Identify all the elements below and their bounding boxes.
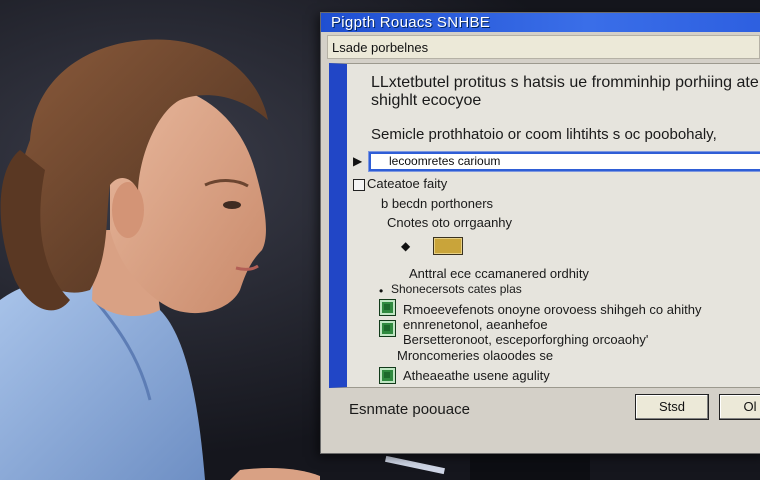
dialog-window: Pigpth Rouacs SNHBE Lsade porbelnes LLxt… xyxy=(320,12,760,454)
tree-item-label[interactable]: Shonecersots cates plas xyxy=(391,282,522,296)
green-square-icon[interactable] xyxy=(379,299,396,316)
green-square-icon[interactable] xyxy=(379,367,396,384)
tree-item-label[interactable]: Mroncomeries olaoodes se xyxy=(397,348,553,363)
menu-bar: Lsade porbelnes xyxy=(327,35,760,59)
tree-item-label[interactable]: Atheaeathe usene agulity xyxy=(403,368,550,383)
content-panel: LLxtetbutel protitus s hatsis ue frommin… xyxy=(329,63,760,388)
bullet-icon: • xyxy=(379,284,384,298)
primary-button[interactable]: Stsd xyxy=(635,394,709,420)
tree-item-label[interactable]: b becdn porthoners xyxy=(381,196,493,211)
tree-item-label[interactable]: Anttral ece ccamanered ordhity xyxy=(409,266,589,281)
window-title: Pigpth Rouacs SNHBE xyxy=(331,14,491,31)
bullet-icon: ◆ xyxy=(401,239,411,253)
description-text: LLxtetbutel protitus s hatsis ue frommin… xyxy=(371,74,759,109)
arrow-icon: ▶ xyxy=(353,154,363,168)
subdescription-text: Semicle prothhatoio or coom lihtihts s o… xyxy=(371,126,717,143)
tree-item-label[interactable]: Bersetteronoot, esceporforghing orcoaohy… xyxy=(403,332,648,347)
menu-label[interactable]: Lsade porbelnes xyxy=(332,40,428,55)
chip-icon[interactable] xyxy=(433,237,463,255)
checkbox-icon[interactable] xyxy=(353,179,365,191)
tree-item-label[interactable]: Rmoeevefenots onoyne orovoess shihgeh co… xyxy=(403,302,701,317)
ok-button[interactable]: Ol xyxy=(719,394,760,420)
text-field[interactable]: lecoomretes carioum xyxy=(368,151,760,172)
tree-item-label[interactable]: Cateatoe faity xyxy=(367,176,447,191)
footer-label: Esnmate poouace xyxy=(349,401,470,418)
tree-item-label[interactable]: Cnotes oto orrgaanhy xyxy=(387,215,512,230)
green-square-icon[interactable] xyxy=(379,320,396,337)
tree-item-label[interactable]: ennrenetonol, aeanhefoe xyxy=(403,317,548,332)
title-bar[interactable]: Pigpth Rouacs SNHBE xyxy=(321,13,760,32)
